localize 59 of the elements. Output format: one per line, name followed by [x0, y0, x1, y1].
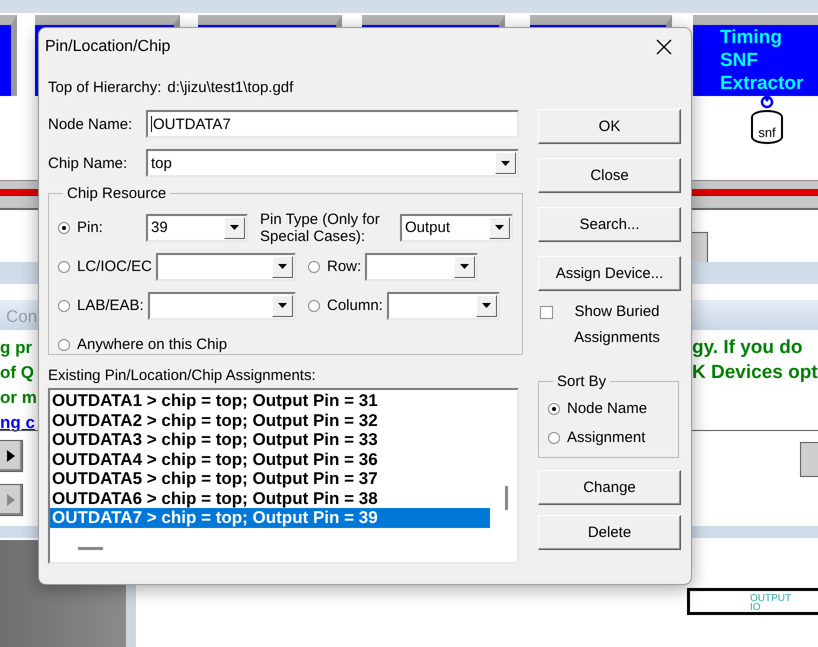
dialog-button[interactable]: Close: [538, 158, 681, 193]
dropdown-arrow-icon: [460, 264, 470, 269]
dropdown-arrow-icon: [501, 160, 510, 166]
radio-option[interactable]: LC/IOC/EC: [58, 258, 152, 275]
radio-option[interactable]: LAB/EAB:: [58, 297, 144, 314]
dropdown[interactable]: 39: [146, 214, 248, 242]
dialog-button[interactable]: Search...: [538, 207, 681, 242]
radio-option[interactable]: Column:: [308, 297, 383, 314]
radio-option[interactable]: Anywhere on this Chip: [58, 336, 228, 353]
dropdown[interactable]: [386, 292, 500, 320]
list-item[interactable]: OUTDATA5 > chip = top; Output Pin = 37: [50, 469, 490, 488]
list-item[interactable]: OUTDATA6 > chip = top; Output Pin = 38: [50, 488, 490, 508]
group-title: Chip Resource: [66, 185, 168, 202]
note-text: K Devices opt: [692, 361, 818, 385]
dialog-button[interactable]: Assign Device...: [538, 256, 681, 291]
panel-title: Con: [6, 307, 38, 327]
hierarchy-path: d:\jizu\test1\top.gdf: [167, 78, 294, 96]
dialog-button[interactable]: Change: [538, 470, 681, 505]
list-item[interactable]: OUTDATA2 > chip = top; Output Pin = 32: [50, 410, 490, 430]
dropdown[interactable]: [365, 252, 478, 280]
dialog-button[interactable]: OK: [538, 109, 681, 144]
checkbox-option[interactable]: Show Buried Assignments: [538, 303, 681, 351]
radio-option[interactable]: Assignment: [548, 423, 669, 452]
radio-option[interactable]: Node Name: [548, 394, 669, 423]
list-item[interactable]: OUTDATA4 > chip = top; Output Pin = 36: [50, 450, 490, 469]
dropdown-arrow-icon: [230, 225, 239, 230]
scrollbar-thumb[interactable]: [78, 547, 103, 550]
close-icon[interactable]: [656, 38, 672, 54]
field-label: Top of Hierarchy:: [48, 78, 162, 96]
list-item[interactable]: OUTDATA3 > chip = top; Output Pin = 33: [50, 430, 490, 450]
field-label: Chip Name:: [48, 154, 128, 172]
port-label: OUTPUT: [750, 594, 792, 604]
tool-button[interactable]: Timing SNF Extractor: [693, 15, 818, 96]
list-item[interactable]: OUTDATA7 > chip = top; Output Pin = 39: [50, 508, 490, 528]
port-label: IO: [750, 603, 761, 613]
radio-option[interactable]: Row:: [308, 258, 362, 275]
dropdown[interactable]: Output: [400, 214, 513, 242]
radio-option[interactable]: Pin:: [58, 219, 142, 236]
scrollbar-thumb[interactable]: [505, 486, 508, 510]
dropdown-arrow-icon: [482, 303, 491, 308]
dropdown-arrow-icon: [278, 303, 287, 308]
note-text: gy. If you do: [692, 336, 804, 360]
group-title: Sort By: [556, 373, 608, 390]
field-label: Node Name:: [48, 116, 134, 132]
dialog-button[interactable]: Delete: [538, 515, 681, 550]
window-title: Pin/Location/Chip: [45, 38, 170, 56]
note-text: of Q: [0, 362, 35, 384]
note-text: or m: [0, 387, 37, 409]
node-name-field[interactable]: OUTDATA7: [146, 110, 519, 138]
dropdown[interactable]: [148, 292, 296, 320]
dropdown-arrow-icon: [495, 225, 504, 230]
dropdown[interactable]: [156, 252, 296, 280]
field-label: Pin Type (Only for Special Cases):: [260, 210, 381, 244]
list-item[interactable]: OUTDATA1 > chip = top; Output Pin = 31: [50, 391, 490, 410]
chip-name-dropdown[interactable]: top: [146, 149, 519, 177]
play-button[interactable]: [0, 440, 23, 472]
list-label: Existing Pin/Location/Chip Assignments:: [48, 367, 317, 386]
note-text: g pr: [0, 337, 34, 359]
dropdown-arrow-icon: [278, 264, 287, 269]
